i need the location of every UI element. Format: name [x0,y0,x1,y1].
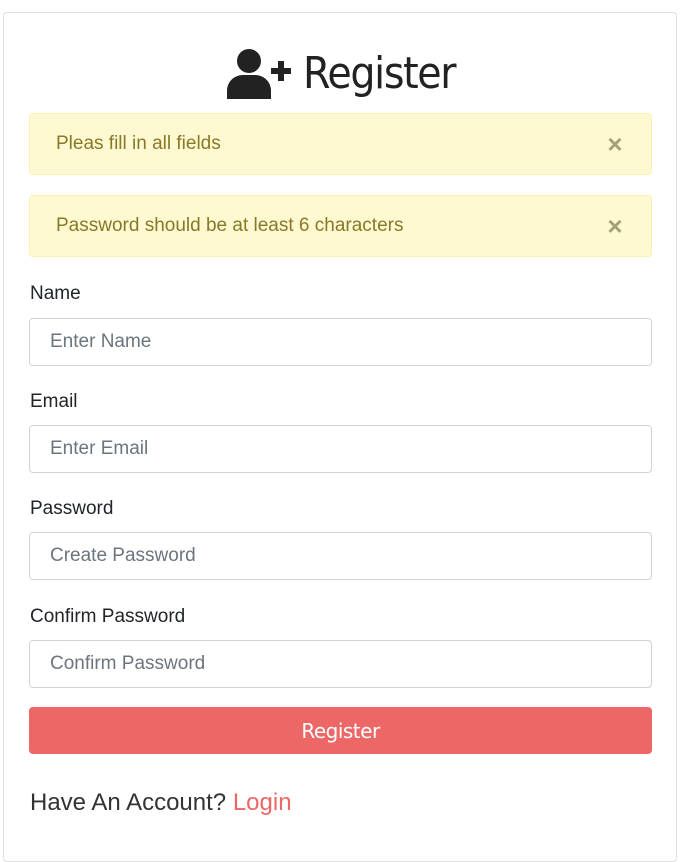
close-icon[interactable]: × [603,131,627,157]
page-title: Register [303,47,457,99]
confirm-password-field[interactable] [29,640,652,688]
login-prompt-text: Have An Account? [30,789,227,816]
register-card: Register Pleas fill in all fields × Pass… [3,12,677,862]
close-icon[interactable]: × [603,213,627,239]
login-prompt: Have An Account? Login [30,789,292,817]
user-plus-icon [227,47,292,99]
login-link[interactable]: Login [233,789,292,816]
alert-fill-fields: Pleas fill in all fields × [29,113,652,175]
name-label: Name [30,283,81,304]
alert-message: Password should be at least 6 characters [56,215,404,236]
password-label: Password [30,498,114,519]
alert-message: Pleas fill in all fields [56,133,221,154]
email-label: Email [30,391,78,412]
register-button[interactable]: Register [29,707,652,754]
page-heading: Register [4,43,676,103]
name-field[interactable] [29,318,652,366]
alert-password-length: Password should be at least 6 characters… [29,195,652,257]
email-field[interactable] [29,425,652,473]
confirm-password-label: Confirm Password [30,606,186,627]
password-field[interactable] [29,532,652,580]
